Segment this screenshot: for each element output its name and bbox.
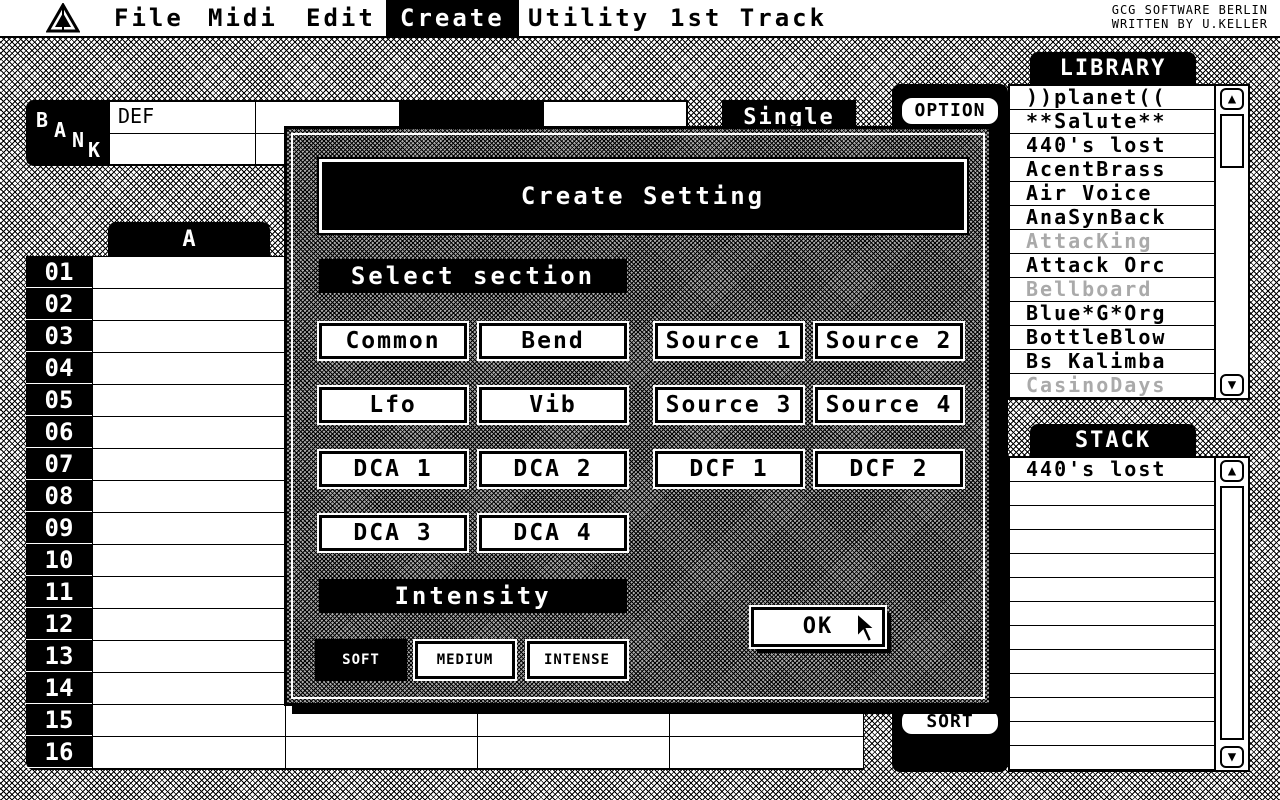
option-button[interactable]: OPTION: [900, 96, 1000, 126]
scroll-thumb[interactable]: [1220, 114, 1244, 168]
patch-number-13[interactable]: 13: [26, 640, 92, 672]
patch-number-15[interactable]: 15: [26, 704, 92, 736]
list-item[interactable]: Air Voice: [1010, 182, 1216, 206]
patch-number-12[interactable]: 12: [26, 608, 92, 640]
list-item[interactable]: [1010, 506, 1216, 530]
section-source1-button[interactable]: Source 1: [653, 321, 805, 361]
list-item[interactable]: [1010, 626, 1216, 650]
menu-1st-track[interactable]: 1st Track: [656, 0, 841, 36]
intensity-medium-button[interactable]: MEDIUM: [413, 639, 517, 681]
scroll-up-icon[interactable]: ▲: [1220, 460, 1244, 482]
patch-number-14[interactable]: 14: [26, 672, 92, 704]
patch-number-07[interactable]: 07: [26, 448, 92, 480]
list-item[interactable]: ))planet((: [1010, 86, 1216, 110]
list-item[interactable]: [1010, 482, 1216, 506]
list-item[interactable]: Bs Kalimba: [1010, 350, 1216, 374]
patch-number-03[interactable]: 03: [26, 320, 92, 352]
list-item[interactable]: BottleBlow: [1010, 326, 1216, 350]
patch-number-10[interactable]: 10: [26, 544, 92, 576]
list-item[interactable]: [1010, 746, 1216, 770]
list-item[interactable]: [1010, 554, 1216, 578]
library-list[interactable]: CasinoDays Bs Kalimba BottleBlow Blue*G*Org…: [1008, 84, 1250, 400]
patch-row[interactable]: [93, 737, 863, 769]
list-item[interactable]: [1010, 602, 1216, 626]
patch-number-11[interactable]: 11: [26, 576, 92, 608]
menu-bar: File Midi Edit Create Utility 1st Track …: [0, 0, 1280, 38]
section-source2-button[interactable]: Source 2: [813, 321, 965, 361]
bank-label: B A N K: [26, 100, 108, 166]
library-title: LIBRARY: [1030, 52, 1196, 86]
list-item[interactable]: 440's lost: [1010, 134, 1216, 158]
list-item[interactable]: [1010, 722, 1216, 746]
atari-logo-icon[interactable]: [46, 3, 80, 33]
library-scrollbar[interactable]: ▲ ▼: [1214, 86, 1248, 398]
select-section-label: Select section: [319, 259, 627, 293]
patch-number-09[interactable]: 09: [26, 512, 92, 544]
stack-scrollbar[interactable]: ▲ ▼: [1214, 458, 1248, 770]
menu-file[interactable]: File: [100, 0, 198, 36]
list-item[interactable]: Blue*G*Org: [1010, 302, 1216, 326]
scroll-thumb[interactable]: [1220, 486, 1244, 740]
mouse-pointer-icon: [856, 611, 878, 644]
list-item[interactable]: AnaSynBack: [1010, 206, 1216, 230]
patch-number-01[interactable]: 01: [26, 256, 92, 288]
section-dca3-button[interactable]: DCA 3: [317, 513, 469, 553]
create-setting-dialog: Create Setting Select section Common Ben…: [284, 126, 992, 706]
menu-utility[interactable]: Utility: [514, 0, 664, 36]
patch-number-02[interactable]: 02: [26, 288, 92, 320]
list-item[interactable]: CasinoDays: [1010, 374, 1216, 398]
intensity-soft-button[interactable]: SOFT: [315, 639, 407, 681]
list-item[interactable]: AcentBrass: [1010, 158, 1216, 182]
patch-number-column: 01 02 03 04 05 06 07 08 09 10 11 12 13 14 15 16: [26, 256, 92, 770]
patch-number-04[interactable]: 04: [26, 352, 92, 384]
credits: GCG SOFTWARE BERLIN WRITTEN BY U.KELLER: [1111, 3, 1268, 31]
bank-name[interactable]: DEF: [110, 102, 256, 134]
section-source4-button[interactable]: Source 4: [813, 385, 965, 425]
patch-number-16[interactable]: 16: [26, 736, 92, 768]
list-item[interactable]: **Salute**: [1010, 110, 1216, 134]
section-vib-button[interactable]: Vib: [477, 385, 629, 425]
list-item[interactable]: [1010, 674, 1216, 698]
dialog-title: Create Setting: [317, 157, 969, 235]
section-dca2-button[interactable]: DCA 2: [477, 449, 629, 489]
list-item[interactable]: [1010, 578, 1216, 602]
stack-list[interactable]: 440's lost ▲ ▼: [1008, 456, 1250, 772]
section-dcf1-button[interactable]: DCF 1: [653, 449, 805, 489]
section-source3-button[interactable]: Source 3: [653, 385, 805, 425]
section-dca4-button[interactable]: DCA 4: [477, 513, 629, 553]
menu-create[interactable]: Create: [386, 0, 519, 36]
list-item[interactable]: Bellboard: [1010, 278, 1216, 302]
menu-midi[interactable]: Midi: [194, 0, 292, 36]
patch-column-header[interactable]: A: [108, 222, 270, 258]
section-lfo-button[interactable]: Lfo: [317, 385, 469, 425]
scroll-up-icon[interactable]: ▲: [1220, 88, 1244, 110]
stack-title: STACK: [1030, 424, 1196, 458]
list-item[interactable]: Attack Orc: [1010, 254, 1216, 278]
patch-number-08[interactable]: 08: [26, 480, 92, 512]
patch-number-06[interactable]: 06: [26, 416, 92, 448]
list-item[interactable]: AttacKing: [1010, 230, 1216, 254]
list-item[interactable]: [1010, 698, 1216, 722]
section-bend-button[interactable]: Bend: [477, 321, 629, 361]
list-item[interactable]: [1010, 530, 1216, 554]
menu-edit[interactable]: Edit: [292, 0, 390, 36]
intensity-intense-button[interactable]: INTENSE: [525, 639, 629, 681]
intensity-label: Intensity: [319, 579, 627, 613]
bank-cell[interactable]: [110, 134, 256, 166]
section-dcf2-button[interactable]: DCF 2: [813, 449, 965, 489]
section-common-button[interactable]: Common: [317, 321, 469, 361]
section-dca1-button[interactable]: DCA 1: [317, 449, 469, 489]
scroll-down-icon[interactable]: ▼: [1220, 746, 1244, 768]
scroll-down-icon[interactable]: ▼: [1220, 374, 1244, 396]
patch-number-05[interactable]: 05: [26, 384, 92, 416]
list-item[interactable]: [1010, 650, 1216, 674]
list-item[interactable]: 440's lost: [1010, 458, 1216, 482]
